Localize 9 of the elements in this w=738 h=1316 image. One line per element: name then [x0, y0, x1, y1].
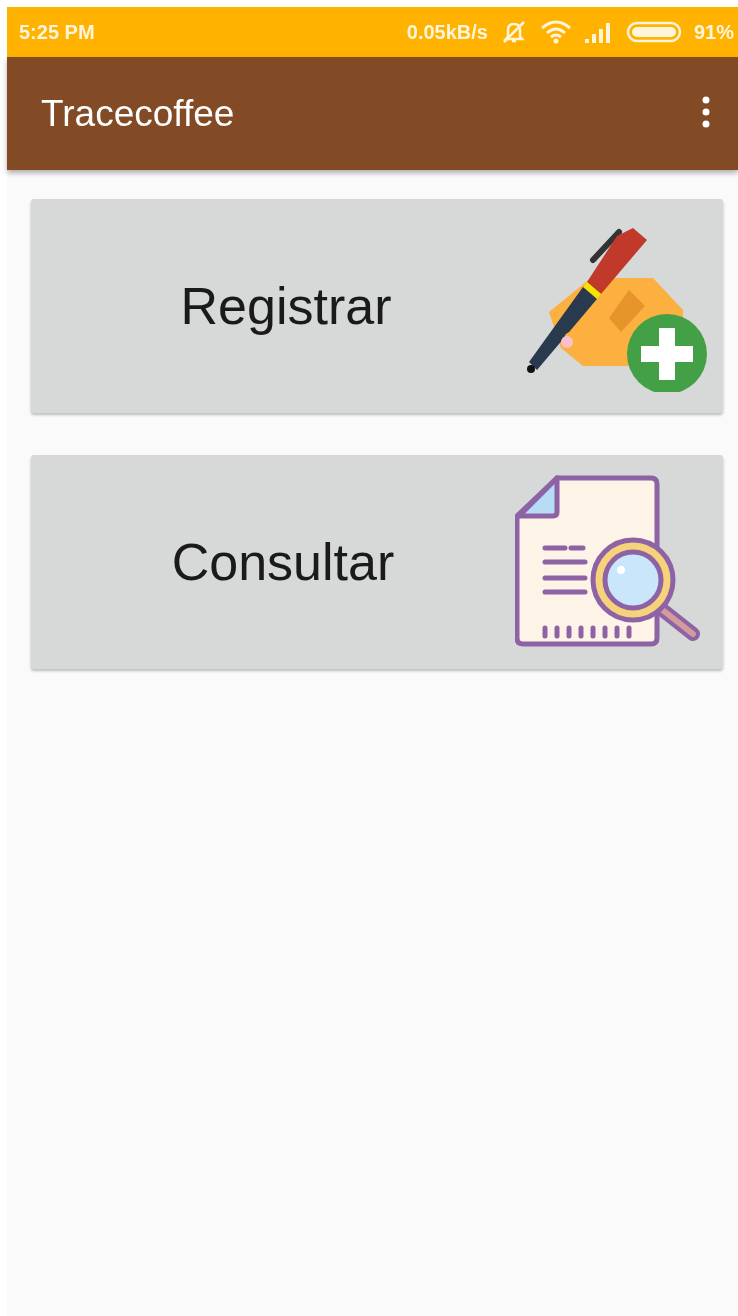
battery-percent: 91%: [693, 20, 734, 44]
wifi-icon: [539, 20, 572, 44]
app-title: Tracecoffee: [41, 92, 236, 135]
register-button[interactable]: Registrar: [31, 199, 723, 413]
more-vertical-icon[interactable]: [702, 96, 710, 128]
battery-icon: [625, 21, 682, 43]
status-time: 5:25 PM: [19, 20, 95, 44]
search-button[interactable]: Consultar: [31, 455, 723, 669]
network-speed: 0.05kB/s: [406, 20, 488, 44]
